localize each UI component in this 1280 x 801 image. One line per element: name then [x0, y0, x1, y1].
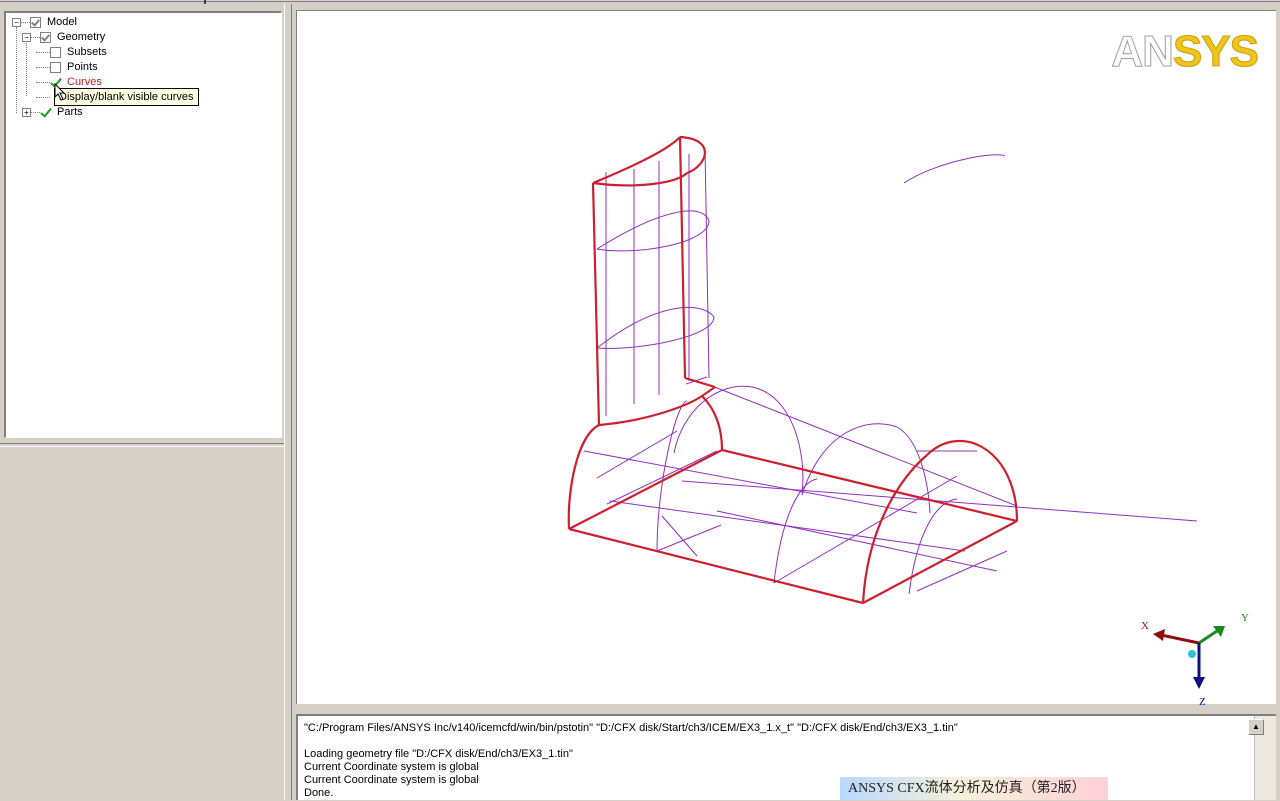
tree-item-subsets[interactable]: Subsets	[50, 45, 107, 60]
tree-connector	[36, 52, 50, 53]
x-axis-icon	[1160, 633, 1200, 645]
axis-triad: X Y Z	[1141, 612, 1249, 708]
tree-connector	[36, 67, 50, 68]
mouse-cursor-icon	[54, 83, 66, 101]
tree-item-parts[interactable]: Parts	[40, 105, 83, 120]
tree-item-label: Points	[67, 61, 98, 73]
tree-connector	[36, 82, 50, 83]
origin-marker-icon	[1188, 650, 1196, 658]
y-axis-icon	[1198, 629, 1218, 645]
geometry-wireframe	[567, 135, 1198, 605]
message-console[interactable]: "C:/Program Files/ANSYS Inc/v140/icemcfd…	[296, 714, 1276, 800]
tree-item-geometry[interactable]: Geometry	[40, 30, 105, 45]
z-arrowhead-icon	[1193, 677, 1205, 689]
console-line: Current Coordinate system is global	[304, 761, 479, 773]
points-checkbox[interactable]	[50, 61, 61, 73]
tree-item-points[interactable]: Points	[50, 60, 98, 75]
tree-item-label: Parts	[57, 106, 83, 118]
console-line: Current Coordinate system is global	[304, 774, 479, 786]
console-line: "C:/Program Files/ANSYS Inc/v140/icemcfd…	[304, 722, 958, 734]
geometry-collapse-toggle[interactable]: −	[22, 33, 31, 42]
console-line: Done.	[304, 787, 334, 799]
console-scrollbar[interactable]: ▲	[1248, 716, 1276, 800]
geometry-checkbox[interactable]	[40, 31, 51, 43]
subsets-checkbox[interactable]	[50, 46, 61, 58]
tree-item-label: Geometry	[57, 31, 106, 43]
tree-item-label: Curves	[67, 76, 102, 88]
axis-y-label: Y	[1241, 612, 1249, 624]
book-watermark: ANSYS CFX流体分析及仿真（第2版）	[840, 777, 1108, 800]
scroll-up-icon[interactable]: ▲	[1248, 719, 1264, 735]
x-arrowhead-icon	[1153, 629, 1165, 641]
outline-curves	[567, 135, 1019, 605]
tree-item-model[interactable]: Model	[30, 15, 77, 30]
tree-connector	[26, 41, 27, 96]
model-tree-panel: − − + Model Geometry Subsets Points Curv…	[4, 11, 282, 438]
top-splitter-mark	[204, 0, 206, 4]
parts-expand-toggle[interactable]: +	[22, 108, 31, 117]
console-line: Loading geometry file "D:/CFX disk/End/c…	[304, 748, 573, 760]
axis-x-label: X	[1141, 620, 1149, 632]
tooltip: Display/blank visible curves	[54, 88, 199, 106]
graphics-viewport[interactable]: ANSYS X Y Z	[296, 10, 1276, 708]
top-strip	[0, 0, 1280, 4]
top-separator	[0, 1, 1280, 2]
internal-curves	[583, 147, 1198, 595]
tree-item-label: Subsets	[67, 46, 107, 58]
model-collapse-toggle[interactable]: −	[12, 18, 21, 27]
model-checkbox[interactable]	[30, 16, 41, 28]
axis-z-label: Z	[1199, 696, 1206, 708]
left-panel-divider	[0, 443, 284, 447]
vertical-splitter[interactable]	[284, 4, 292, 800]
tree-item-label: Model	[47, 16, 77, 28]
tree-connector	[16, 27, 17, 113]
tree-connector	[36, 97, 50, 98]
parts-checkbox[interactable]	[40, 107, 51, 118]
